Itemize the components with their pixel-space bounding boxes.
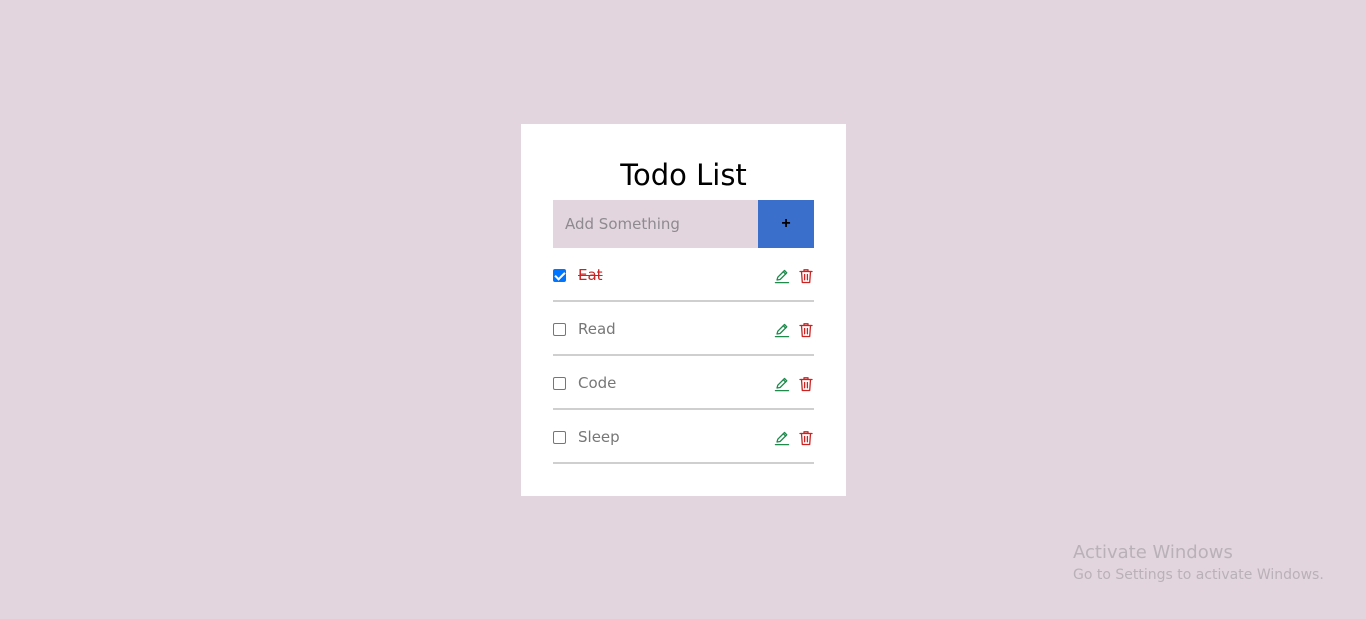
- todo-checkbox[interactable]: [553, 377, 566, 390]
- todo-list: Eat Read Code Sleep: [553, 248, 814, 464]
- todo-card: Todo List + Eat: [521, 124, 846, 496]
- watermark-subtitle: Go to Settings to activate Windows.: [1073, 567, 1324, 583]
- trash-icon[interactable]: [799, 322, 813, 338]
- trash-icon[interactable]: [799, 268, 813, 284]
- pencil-icon[interactable]: [774, 322, 790, 338]
- add-todo-button[interactable]: +: [758, 200, 814, 248]
- add-todo-input[interactable]: [553, 200, 758, 248]
- todo-item: Sleep: [553, 410, 814, 464]
- pencil-icon[interactable]: [774, 376, 790, 392]
- trash-icon[interactable]: [799, 430, 813, 446]
- pencil-icon[interactable]: [774, 430, 790, 446]
- activate-windows-watermark: Activate Windows Go to Settings to activ…: [1073, 542, 1324, 585]
- todo-checkbox[interactable]: [553, 431, 566, 444]
- todo-label: Eat: [578, 266, 603, 284]
- page-title: Todo List: [620, 158, 747, 192]
- todo-checkbox[interactable]: [553, 323, 566, 336]
- trash-icon[interactable]: [799, 376, 813, 392]
- todo-item: Code: [553, 356, 814, 410]
- todo-label: Sleep: [578, 428, 620, 446]
- pencil-icon[interactable]: [774, 268, 790, 284]
- todo-label: Code: [578, 374, 617, 392]
- todo-item: Eat: [553, 248, 814, 302]
- todo-label: Read: [578, 320, 616, 338]
- todo-checkbox[interactable]: [553, 269, 566, 282]
- add-todo-form: +: [553, 200, 814, 248]
- watermark-title: Activate Windows: [1073, 542, 1233, 563]
- todo-item: Read: [553, 302, 814, 356]
